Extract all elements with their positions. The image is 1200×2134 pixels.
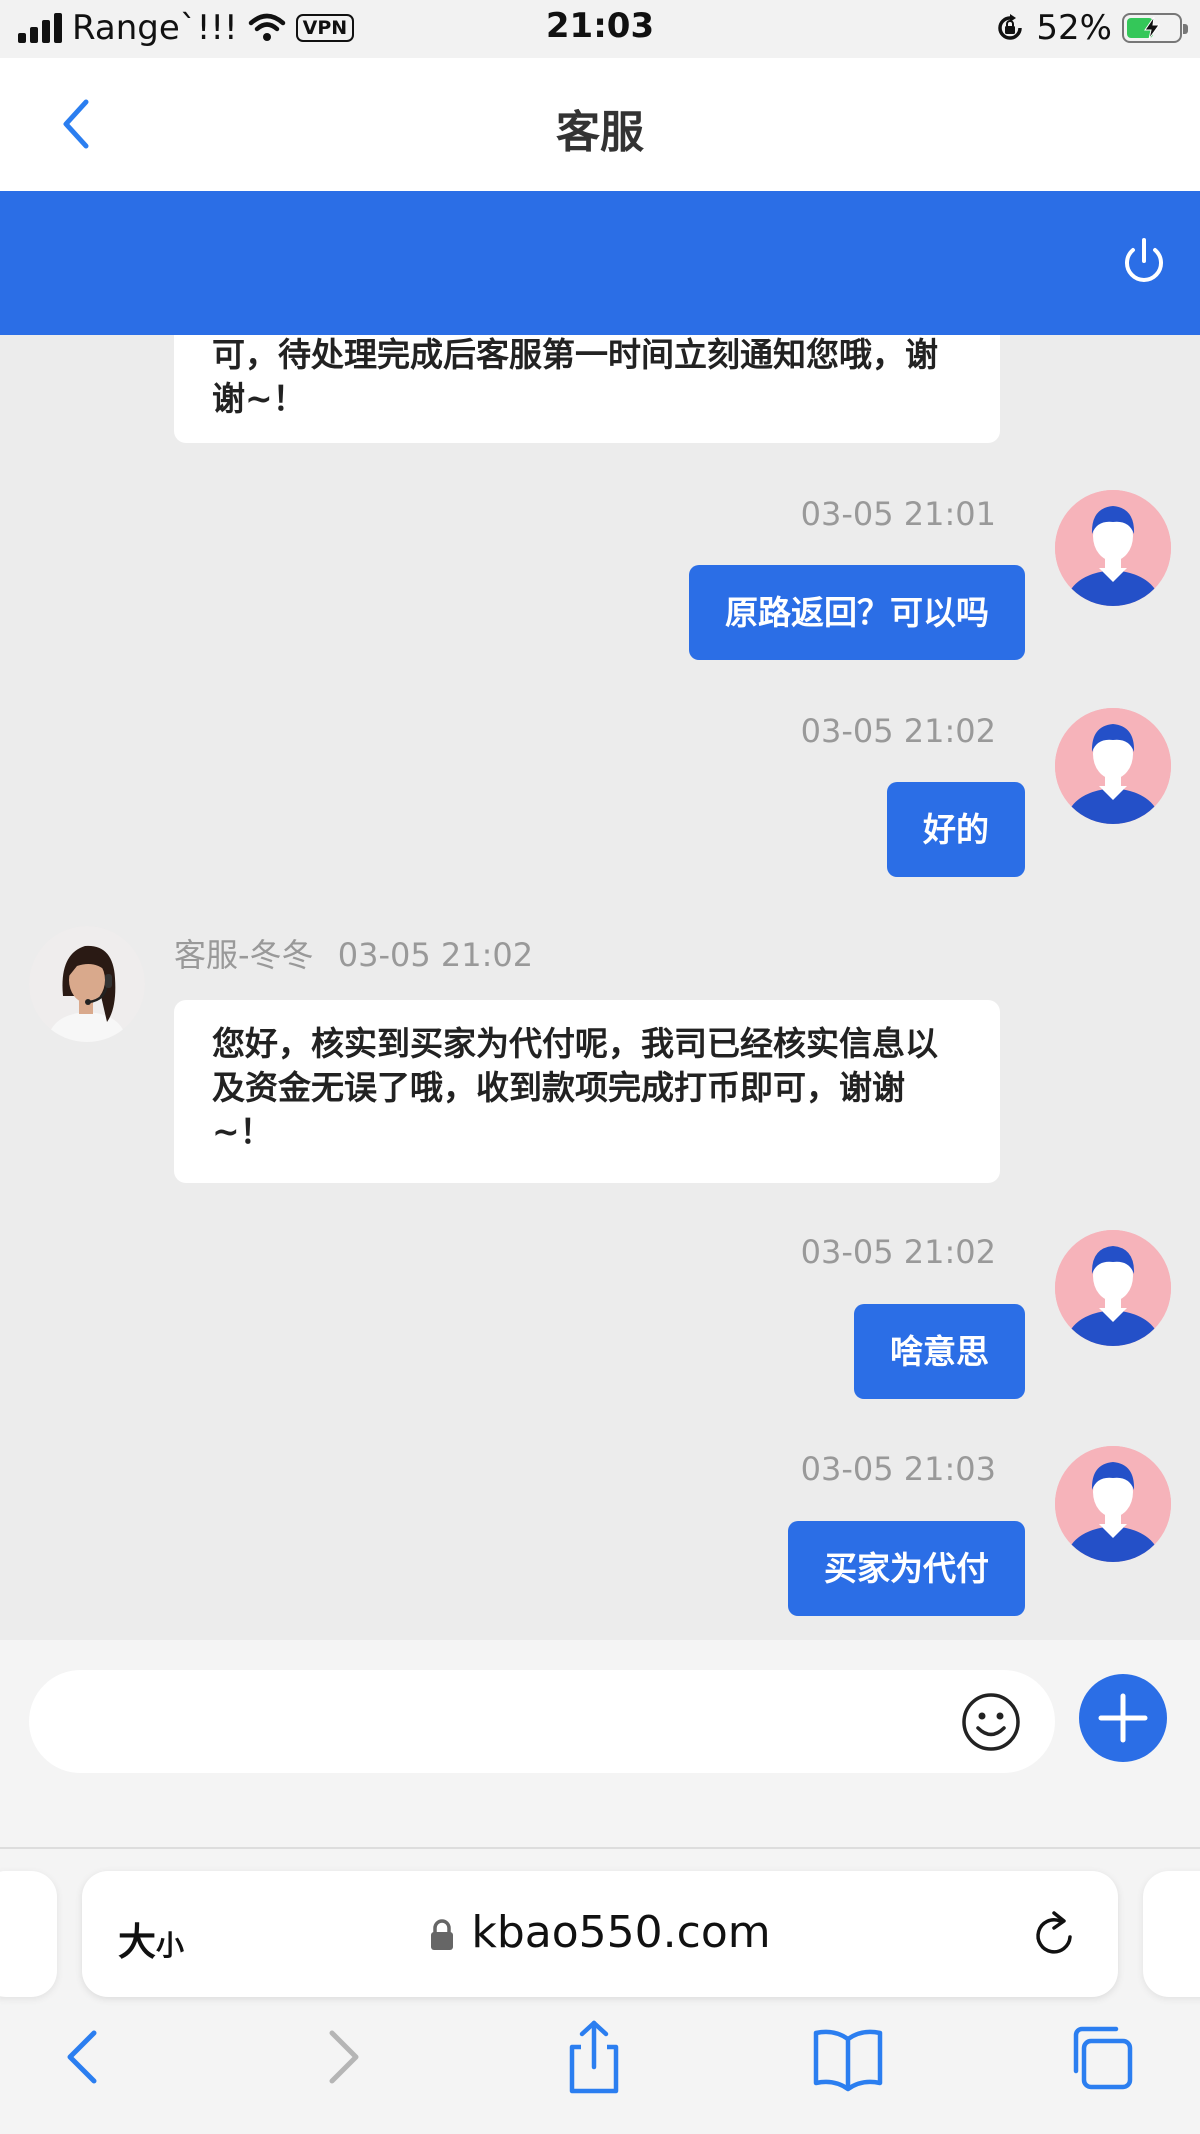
user-avatar[interactable] bbox=[1055, 1446, 1171, 1562]
agent-avatar-icon bbox=[29, 926, 145, 1042]
share-icon bbox=[569, 2020, 619, 2094]
smiley-icon bbox=[962, 1693, 1020, 1751]
user-avatar[interactable] bbox=[1055, 708, 1171, 824]
wifi-icon bbox=[248, 13, 285, 41]
carrier-label: Range`!!! bbox=[72, 8, 238, 48]
power-icon bbox=[1125, 238, 1163, 282]
agent-avatar[interactable] bbox=[29, 926, 145, 1042]
chevron-right-icon bbox=[329, 2030, 359, 2084]
user-avatar[interactable] bbox=[1055, 1230, 1171, 1346]
message-time: 03-05 21:03 bbox=[800, 1450, 996, 1488]
url-text: kbao550.com bbox=[471, 1907, 771, 1958]
agent-meta: 客服-冬冬 03-05 21:02 bbox=[174, 930, 533, 976]
chat-header-bar bbox=[0, 191, 1200, 335]
charging-bolt-icon bbox=[1144, 16, 1160, 40]
user-message-bubble: 好的 bbox=[887, 782, 1025, 877]
agent-message-bubble: 您好，核实到买家为代付呢，我司已经核实信息以及资金无误了哦，收到款项完成打币即可… bbox=[174, 1000, 1000, 1183]
book-icon bbox=[813, 2029, 883, 2092]
signal-icon bbox=[18, 13, 62, 43]
reload-icon bbox=[1036, 1911, 1072, 1954]
user-avatar[interactable] bbox=[1055, 490, 1171, 606]
previous-tab-preview[interactable] bbox=[0, 1871, 57, 1997]
user-message-bubble: 啥意思 bbox=[854, 1304, 1025, 1399]
status-bar: Range`!!! VPN 21:03 52% bbox=[0, 0, 1200, 58]
browser-back-button[interactable] bbox=[44, 2017, 124, 2097]
composer bbox=[0, 1640, 1200, 1848]
status-left: Range`!!! VPN bbox=[18, 8, 355, 48]
reload-button[interactable] bbox=[1026, 1907, 1082, 1963]
message-time: 03-05 21:01 bbox=[800, 495, 996, 533]
agent-name: 客服-冬冬 bbox=[174, 936, 314, 974]
message-time: 03-05 21:02 bbox=[337, 936, 534, 974]
browser-forward-button[interactable] bbox=[302, 2017, 382, 2097]
user-avatar-icon bbox=[1055, 490, 1171, 606]
user-avatar-icon bbox=[1055, 708, 1171, 824]
bookmarks-button[interactable] bbox=[808, 2017, 888, 2097]
page-title: 客服 bbox=[556, 107, 644, 158]
browser-toolbar bbox=[0, 2017, 1200, 2107]
vpn-badge: VPN bbox=[295, 14, 355, 42]
browser-bar: 大小 kbao550.com bbox=[0, 1847, 1200, 2134]
power-button[interactable] bbox=[1116, 235, 1172, 291]
rotation-lock-icon bbox=[998, 14, 1023, 40]
message-time: 03-05 21:02 bbox=[800, 712, 996, 750]
add-attachment-button[interactable] bbox=[1079, 1674, 1167, 1762]
chevron-left-icon bbox=[67, 2030, 97, 2084]
chevron-left-icon bbox=[63, 99, 89, 149]
message-time: 03-05 21:02 bbox=[800, 1233, 996, 1271]
share-button[interactable] bbox=[554, 2017, 634, 2097]
user-avatar-icon bbox=[1055, 1230, 1171, 1346]
tabs-button[interactable] bbox=[1062, 2017, 1142, 2097]
message-input[interactable] bbox=[29, 1670, 1055, 1773]
user-avatar-icon bbox=[1055, 1446, 1171, 1562]
battery-percent: 52% bbox=[1036, 8, 1112, 48]
plus-icon bbox=[1098, 1693, 1148, 1743]
battery-icon bbox=[1122, 13, 1188, 43]
lock-icon bbox=[431, 1919, 454, 1950]
user-message-bubble: 买家为代付 bbox=[788, 1521, 1025, 1616]
tabs-icon bbox=[1073, 2026, 1133, 2090]
chat-list[interactable]: 可，待处理完成后客服第一时间立刻通知您哦，谢谢~！ 03-05 21:01 原路… bbox=[0, 335, 1200, 1640]
agent-message-bubble: 可，待处理完成后客服第一时间立刻通知您哦，谢谢~！ bbox=[174, 335, 1000, 443]
user-message-bubble: 原路返回？可以吗 bbox=[689, 565, 1025, 660]
address-bar[interactable]: 大小 kbao550.com bbox=[82, 1871, 1118, 1997]
nav-bar: 客服 bbox=[0, 58, 1200, 191]
emoji-button[interactable] bbox=[960, 1691, 1022, 1753]
url-display[interactable]: kbao550.com bbox=[82, 1907, 1118, 1958]
status-right: 52% bbox=[994, 8, 1188, 48]
back-button[interactable] bbox=[52, 94, 102, 154]
next-tab-preview[interactable] bbox=[1143, 1871, 1200, 1997]
